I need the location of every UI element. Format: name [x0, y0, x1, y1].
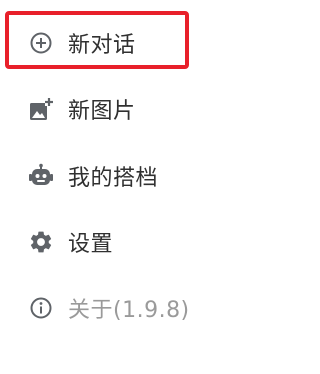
add-photo-icon [28, 96, 54, 122]
menu-item-label: 我的搭档 [68, 166, 159, 191]
menu-item-label: 关于(1.9.8) [68, 298, 190, 323]
menu-item-settings[interactable]: 设置 [28, 222, 113, 262]
menu-item-label: 设置 [68, 232, 114, 257]
info-circle-icon [28, 295, 54, 321]
gear-icon [28, 229, 54, 255]
robot-icon [28, 163, 54, 189]
menu-item-my-partner[interactable]: 我的搭档 [28, 156, 158, 196]
menu-item-label: 新对话 [68, 33, 136, 58]
add-circle-icon [28, 30, 54, 56]
menu-item-new-chat[interactable]: 新对话 [28, 23, 136, 63]
menu-item-label: 新图片 [68, 99, 136, 124]
menu-item-about[interactable]: 关于(1.9.8) [28, 288, 190, 328]
menu-item-new-image[interactable]: 新图片 [28, 89, 136, 129]
